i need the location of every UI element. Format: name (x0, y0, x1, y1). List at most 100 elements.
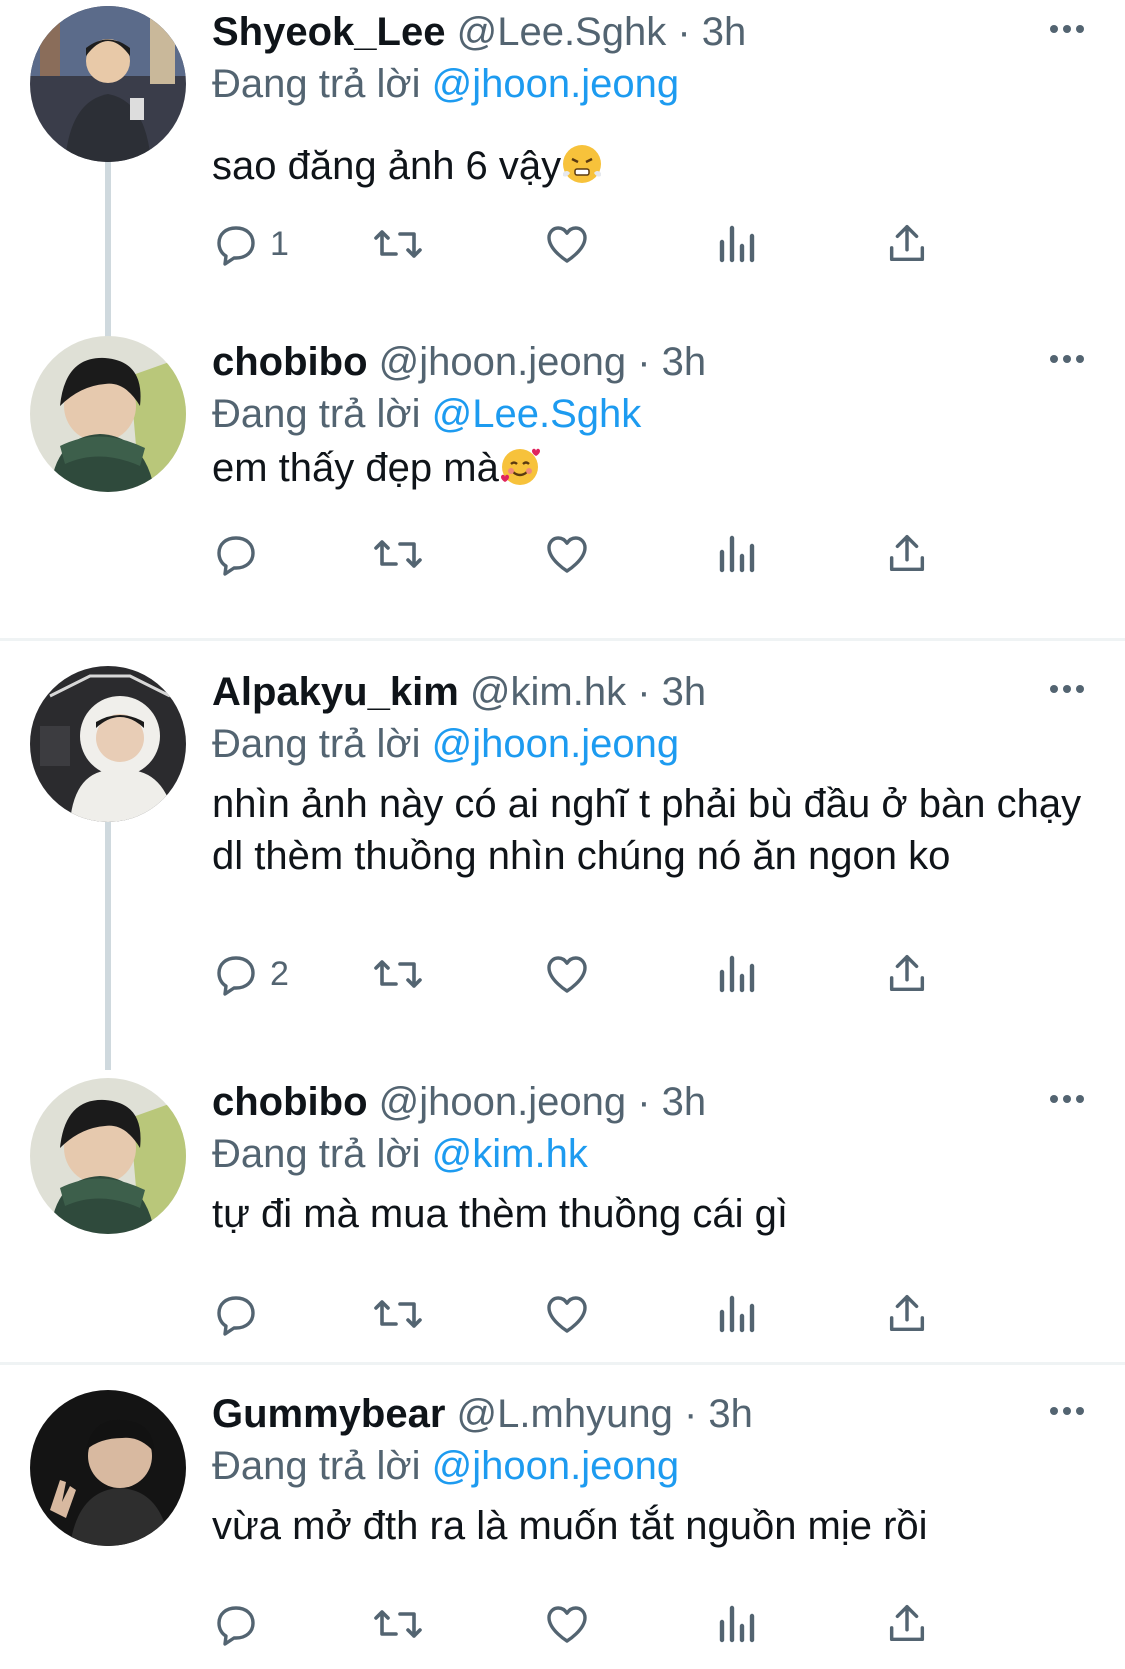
mention-link[interactable]: @kim.hk (432, 1132, 588, 1176)
replying-to: Đang trả lời @Lee.Sghk (212, 392, 641, 436)
display-name[interactable]: chobibo (212, 340, 368, 384)
user-handle[interactable]: @Lee.Sghk (457, 10, 667, 54)
views-icon (719, 1605, 755, 1643)
retweet-icon (374, 540, 422, 568)
share-button[interactable] (884, 1594, 930, 1654)
user-handle[interactable]: @jhoon.jeong (379, 340, 626, 384)
display-name[interactable]: Alpakyu_kim (212, 670, 459, 714)
tweet-text: em thấy đẹp mà (212, 442, 1092, 494)
replying-label: Đang trả lời (212, 62, 421, 106)
display-name[interactable]: Gummybear (212, 1392, 445, 1436)
thread-divider (0, 638, 1125, 641)
timestamp[interactable]: 3h (662, 1080, 707, 1124)
replying-to: Đang trả lời @jhoon.jeong (212, 1444, 679, 1488)
retweet-button[interactable] (372, 944, 424, 1004)
retweet-button[interactable] (372, 1594, 424, 1654)
retweet-icon (374, 1610, 422, 1638)
display-name[interactable]: chobibo (212, 1080, 368, 1124)
retweet-button[interactable] (372, 1284, 424, 1344)
like-button[interactable] (542, 1594, 592, 1654)
share-button[interactable] (884, 944, 930, 1004)
timestamp[interactable]: 3h (662, 340, 707, 384)
smiling-hearts-face-emoji (499, 445, 541, 487)
tweet[interactable]: Shyeok_Lee @Lee.Sghk · 3h Đang trả lời @… (0, 0, 1125, 330)
tweet-text-content: tự đi mà mua thèm thuồng cái gì (212, 1192, 788, 1236)
avatar[interactable] (30, 1390, 186, 1546)
tweet[interactable]: Alpakyu_kim @kim.hk · 3h Đang trả lời @j… (0, 660, 1125, 1070)
tweet-header: Shyeok_Lee @Lee.Sghk · 3h (212, 10, 747, 54)
user-handle[interactable]: @L.mhyung (457, 1392, 673, 1436)
share-icon (889, 225, 925, 262)
reply-button[interactable] (212, 1594, 270, 1654)
tweet-text-content: vừa mở đth ra là muốn tắt nguồn mịe rồi (212, 1504, 928, 1548)
tweet-text: tự đi mà mua thèm thuồng cái gì (212, 1188, 1092, 1240)
tweet-header: chobibo @jhoon.jeong · 3h (212, 1080, 707, 1124)
like-button[interactable] (542, 524, 592, 584)
reply-count: 2 (270, 954, 289, 993)
more-icon[interactable] (1047, 344, 1087, 374)
user-handle[interactable]: @kim.hk (470, 670, 626, 714)
more-icon[interactable] (1047, 1396, 1087, 1426)
avatar[interactable] (30, 6, 186, 162)
like-icon (547, 1296, 587, 1333)
avatar[interactable] (30, 1078, 186, 1234)
tweet[interactable]: chobibo @jhoon.jeong · 3h Đang trả lời @… (0, 1070, 1125, 1362)
tweet[interactable]: Gummybear @L.mhyung · 3h Đang trả lời @j… (0, 1382, 1125, 1669)
views-icon (719, 955, 755, 993)
like-button[interactable] (542, 1284, 592, 1344)
display-name[interactable]: Shyeok_Lee (212, 10, 445, 54)
retweet-icon (374, 960, 422, 988)
reply-button[interactable] (212, 524, 270, 584)
share-icon (889, 955, 925, 992)
retweet-icon (374, 230, 422, 258)
views-button[interactable] (716, 524, 760, 584)
replying-to: Đang trả lời @jhoon.jeong (212, 62, 679, 106)
action-bar: 2 (212, 944, 1012, 1004)
tweet[interactable]: chobibo @jhoon.jeong · 3h Đang trả lời @… (0, 330, 1125, 636)
like-icon (547, 956, 587, 993)
views-button[interactable] (716, 1594, 760, 1654)
reply-button[interactable] (212, 1284, 270, 1344)
share-button[interactable] (884, 524, 930, 584)
views-button[interactable] (716, 1284, 760, 1344)
tweet-text-content: em thấy đẹp mà (212, 446, 499, 490)
mention-link[interactable]: @jhoon.jeong (432, 1444, 679, 1488)
avatar[interactable] (30, 666, 186, 822)
retweet-icon (374, 1300, 422, 1328)
share-button[interactable] (884, 1284, 930, 1344)
more-icon[interactable] (1047, 1084, 1087, 1114)
replying-to: Đang trả lời @jhoon.jeong (212, 722, 679, 766)
action-bar (212, 524, 1012, 584)
tweet-text: nhìn ảnh này có ai nghĩ t phải bù đầu ở … (212, 778, 1092, 882)
like-button[interactable] (542, 214, 592, 274)
tweet-text: vừa mở đth ra là muốn tắt nguồn mịe rồi (212, 1500, 1092, 1552)
timestamp[interactable]: 3h (662, 670, 707, 714)
reply-icon (217, 956, 255, 996)
replying-label: Đang trả lời (212, 722, 421, 766)
replying-label: Đang trả lời (212, 1132, 421, 1176)
replying-label: Đang trả lời (212, 1444, 421, 1488)
mention-link[interactable]: @jhoon.jeong (432, 62, 679, 106)
like-button[interactable] (542, 944, 592, 1004)
views-button[interactable] (716, 944, 760, 1004)
share-button[interactable] (884, 214, 930, 274)
timestamp[interactable]: 3h (702, 10, 747, 54)
like-icon (547, 226, 587, 263)
retweet-button[interactable] (372, 214, 424, 274)
tweet-text: sao đăng ảnh 6 vậy (212, 140, 1092, 192)
user-handle[interactable]: @jhoon.jeong (379, 1080, 626, 1124)
tweet-header: chobibo @jhoon.jeong · 3h (212, 340, 707, 384)
views-button[interactable] (716, 214, 760, 274)
like-icon (547, 536, 587, 573)
reply-button[interactable]: 2 (212, 944, 289, 1004)
mention-link[interactable]: @jhoon.jeong (432, 722, 679, 766)
retweet-button[interactable] (372, 524, 424, 584)
more-icon[interactable] (1047, 674, 1087, 704)
reply-button[interactable]: 1 (212, 214, 289, 274)
avatar[interactable] (30, 336, 186, 492)
mention-link[interactable]: @Lee.Sghk (432, 392, 642, 436)
more-icon[interactable] (1047, 14, 1087, 44)
reply-icon (217, 1606, 255, 1646)
tweet-header: Alpakyu_kim @kim.hk · 3h (212, 670, 707, 714)
timestamp[interactable]: 3h (708, 1392, 753, 1436)
